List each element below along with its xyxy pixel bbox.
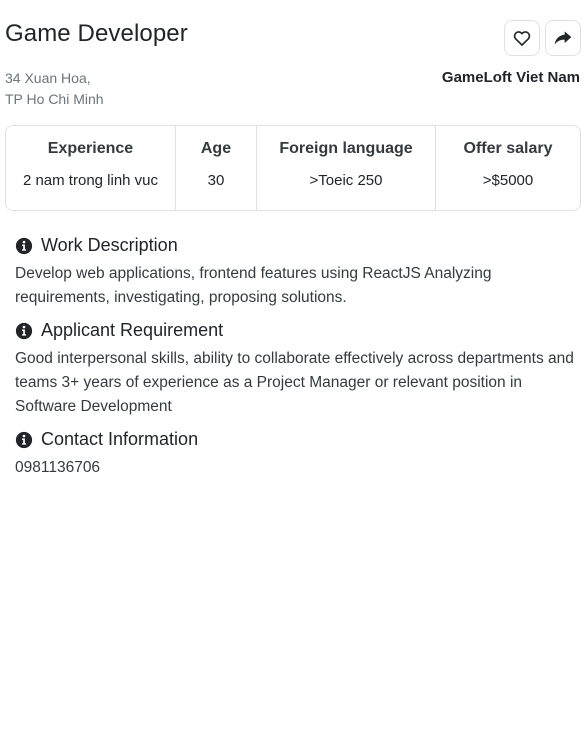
experience-header: Experience [47, 140, 134, 157]
offer-salary-value: >$5000 [482, 172, 534, 189]
experience-column: Experience 2 nam trong linh vuc [6, 126, 176, 210]
foreign-language-column: Foreign language >Toeic 250 [257, 126, 436, 210]
company-name: GameLoft Viet Nam [441, 69, 580, 86]
address-line-1: 34 Xuan Hoa, [5, 70, 91, 86]
info-circle-icon [15, 431, 33, 448]
heart-icon [513, 31, 531, 46]
section-body: Good interpersonal skills, ability to co… [15, 350, 574, 415]
job-title: Game Developer [5, 20, 188, 47]
age-value: 30 [207, 172, 225, 189]
section-header: Contact Information [15, 429, 575, 450]
work-description-section: Work Description Develop web application… [15, 235, 575, 310]
info-circle-icon [15, 237, 33, 254]
job-info-table: Experience 2 nam trong linh vuc Age 30 F… [5, 125, 581, 211]
foreign-language-value: >Toeic 250 [309, 172, 383, 189]
age-column: Age 30 [176, 126, 257, 210]
contact-phone: 0981136706 [15, 459, 101, 476]
age-header: Age [200, 140, 232, 157]
section-title: Contact Information [41, 429, 199, 449]
job-address: 34 Xuan Hoa, TP Ho Chi Minh [5, 68, 104, 110]
section-title: Work Description [41, 235, 178, 255]
foreign-language-header: Foreign language [279, 140, 413, 157]
offer-salary-column: Offer salary >$5000 [436, 126, 580, 210]
share-button[interactable] [545, 20, 581, 56]
section-header: Applicant Requirement [15, 320, 575, 341]
section-header: Work Description [15, 235, 575, 256]
applicant-requirement-section: Applicant Requirement Good interpersonal… [15, 320, 575, 419]
offer-salary-header: Offer salary [463, 140, 553, 157]
section-body: Develop web applications, frontend featu… [15, 265, 492, 306]
experience-value: 2 nam trong linh vuc [22, 172, 159, 189]
section-title: Applicant Requirement [41, 320, 224, 340]
info-circle-icon [15, 322, 33, 339]
address-line-2: TP Ho Chi Minh [5, 91, 104, 107]
contact-information-section: Contact Information 0981136706 [15, 429, 575, 480]
share-arrow-icon [554, 31, 572, 45]
favorite-button[interactable] [504, 20, 540, 56]
